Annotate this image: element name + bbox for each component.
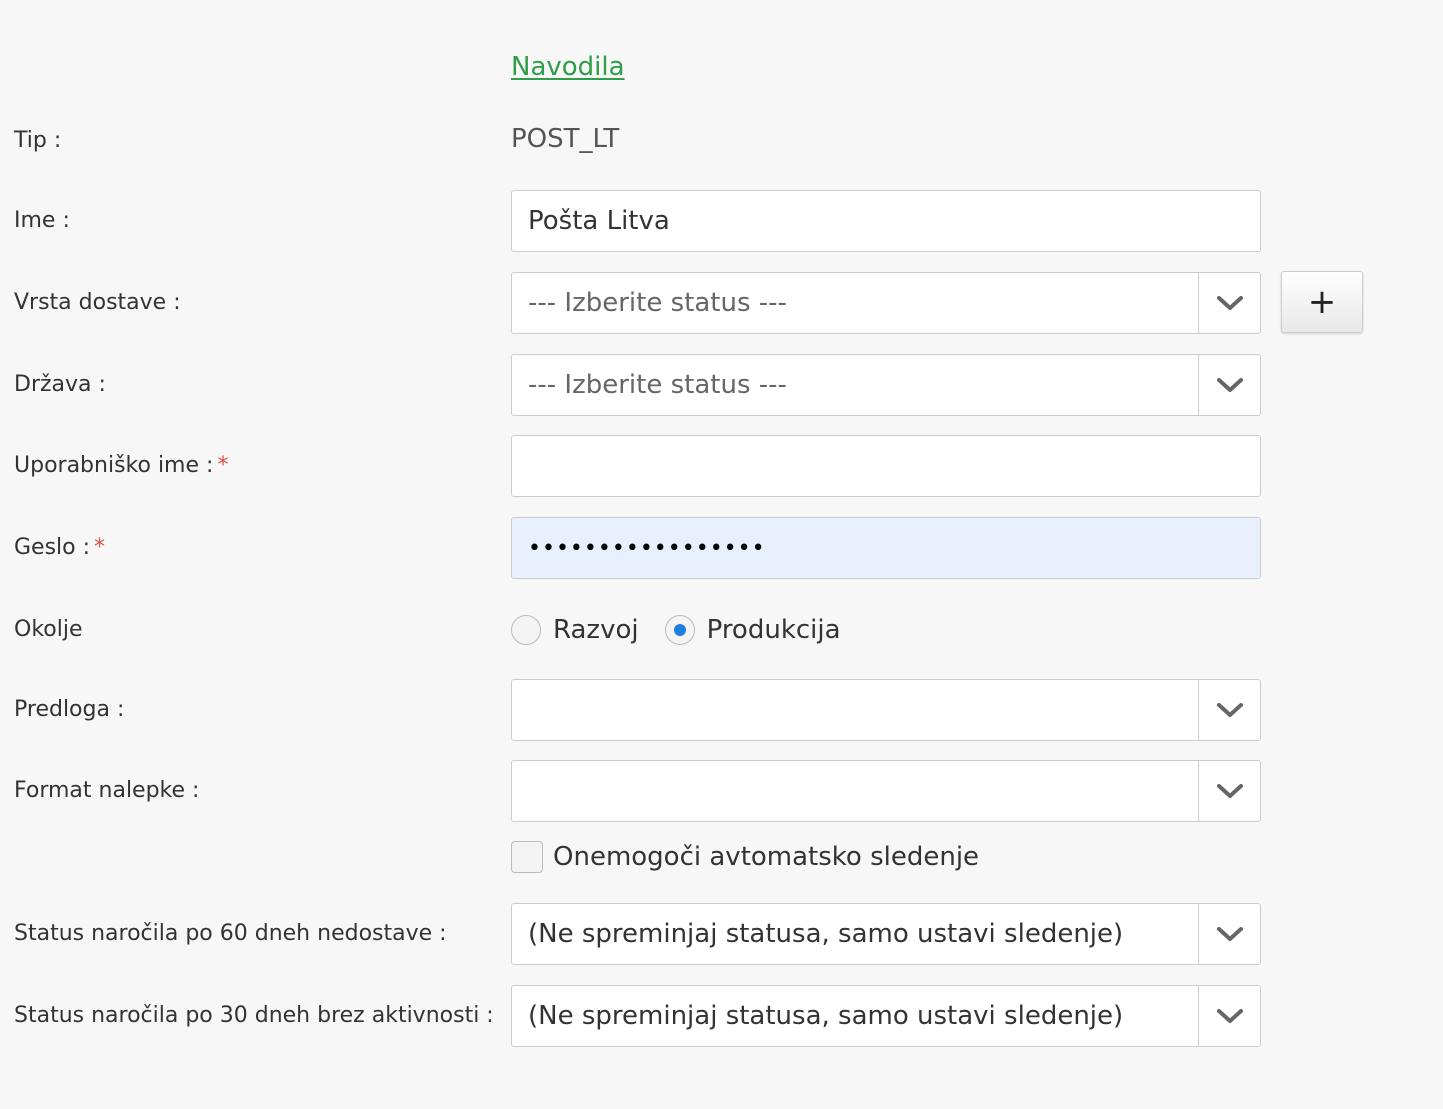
drzava-selected: --- Izberite status --- [528, 370, 787, 400]
instructions-link[interactable]: Navodila [511, 52, 625, 82]
radio-button-selected[interactable] [664, 615, 695, 645]
radio-razvoj-label: Razvoj [553, 615, 639, 645]
predloga-select[interactable] [511, 679, 1261, 741]
status-30-label: Status naročila po 30 dneh brez aktivnos… [14, 1003, 494, 1028]
vrsta-dostave-select[interactable]: --- Izberite status --- [511, 272, 1261, 334]
chevron-down-icon[interactable] [1198, 273, 1260, 333]
chevron-down-icon[interactable] [1198, 761, 1260, 821]
predloga-label: Predloga : [14, 697, 125, 722]
vrsta-dostave-label: Vrsta dostave : [14, 290, 181, 315]
drzava-select[interactable]: --- Izberite status --- [511, 354, 1261, 416]
carrier-settings-form: Navodila Tip : POST_LT Ime : Pošta Litva… [0, 0, 1443, 1109]
radio-produkcija-label: Produkcija [706, 615, 841, 645]
required-mark: * [94, 535, 106, 560]
password-input[interactable]: ••••••••••••••••• [511, 517, 1261, 579]
username-input[interactable] [511, 435, 1261, 497]
password-label: Geslo : * [14, 535, 106, 560]
status-60-selected: (Ne spreminjaj statusa, samo ustavi sled… [528, 919, 1124, 949]
radio-produkcija[interactable]: Produkcija [664, 615, 841, 645]
okolje-label: Okolje [14, 617, 83, 642]
ime-input[interactable]: Pošta Litva [511, 190, 1261, 252]
format-nalepke-select[interactable] [511, 760, 1261, 822]
status-30-select[interactable]: (Ne spreminjaj statusa, samo ustavi sled… [511, 985, 1261, 1047]
required-mark: * [217, 453, 229, 478]
tip-value: POST_LT [511, 124, 620, 154]
disable-tracking-checkbox-row[interactable]: Onemogoči avtomatsko sledenje [511, 841, 979, 873]
drzava-label: Država : [14, 372, 106, 397]
tip-label: Tip : [14, 128, 62, 153]
ime-label: Ime : [14, 208, 70, 233]
password-input-value: ••••••••••••••••• [528, 535, 766, 561]
add-delivery-type-button[interactable]: + [1281, 271, 1363, 333]
chevron-down-icon[interactable] [1198, 904, 1260, 964]
chevron-down-icon[interactable] [1198, 680, 1260, 740]
status-60-label: Status naročila po 60 dneh nedostave : [14, 921, 447, 946]
radio-razvoj[interactable]: Razvoj [511, 615, 639, 645]
status-30-selected: (Ne spreminjaj statusa, samo ustavi sled… [528, 1001, 1124, 1031]
vrsta-dostave-selected: --- Izberite status --- [528, 288, 787, 318]
disable-tracking-checkbox[interactable] [511, 841, 543, 873]
ime-input-value: Pošta Litva [528, 206, 670, 236]
status-60-select[interactable]: (Ne spreminjaj statusa, samo ustavi sled… [511, 903, 1261, 965]
plus-icon: + [1307, 282, 1337, 322]
format-nalepke-label: Format nalepke : [14, 778, 200, 803]
radio-button[interactable] [511, 615, 541, 645]
environment-radio-group: Razvoj Produkcija [511, 613, 867, 647]
username-label: Uporabniško ime : * [14, 453, 229, 478]
chevron-down-icon[interactable] [1198, 986, 1260, 1046]
chevron-down-icon[interactable] [1198, 355, 1260, 415]
disable-tracking-label: Onemogoči avtomatsko sledenje [553, 842, 980, 872]
